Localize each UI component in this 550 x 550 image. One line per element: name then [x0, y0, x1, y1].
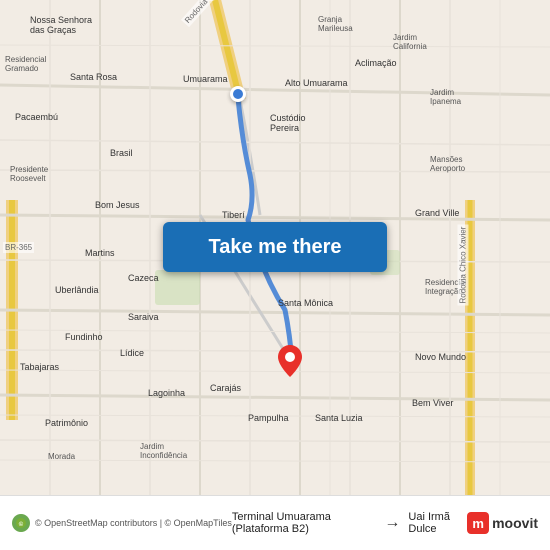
origin-marker — [230, 86, 246, 102]
take-me-there-button[interactable]: Take me there — [163, 222, 387, 272]
route-info: Terminal Umuarama (Plataforma B2) → Uai … — [232, 511, 467, 535]
origin-label: Terminal Umuarama (Plataforma B2) — [232, 511, 377, 535]
arrow-icon: → — [384, 514, 400, 532]
bottom-bar: © © OpenStreetMap contributors | © OpenM… — [0, 495, 550, 550]
destination-marker — [278, 345, 302, 377]
moovit-icon: m — [467, 512, 489, 534]
destination-label: Uai Irmã Dulce — [408, 511, 467, 535]
moovit-logo: m moovit — [467, 512, 538, 534]
svg-text:©: © — [19, 521, 24, 528]
osm-logo: © — [12, 514, 30, 532]
map-container: Nossa Senhoradas Graças ResidencialGrama… — [0, 0, 550, 495]
attribution-text: © OpenStreetMap contributors | © OpenMap… — [35, 518, 232, 528]
moovit-text: moovit — [492, 515, 538, 531]
